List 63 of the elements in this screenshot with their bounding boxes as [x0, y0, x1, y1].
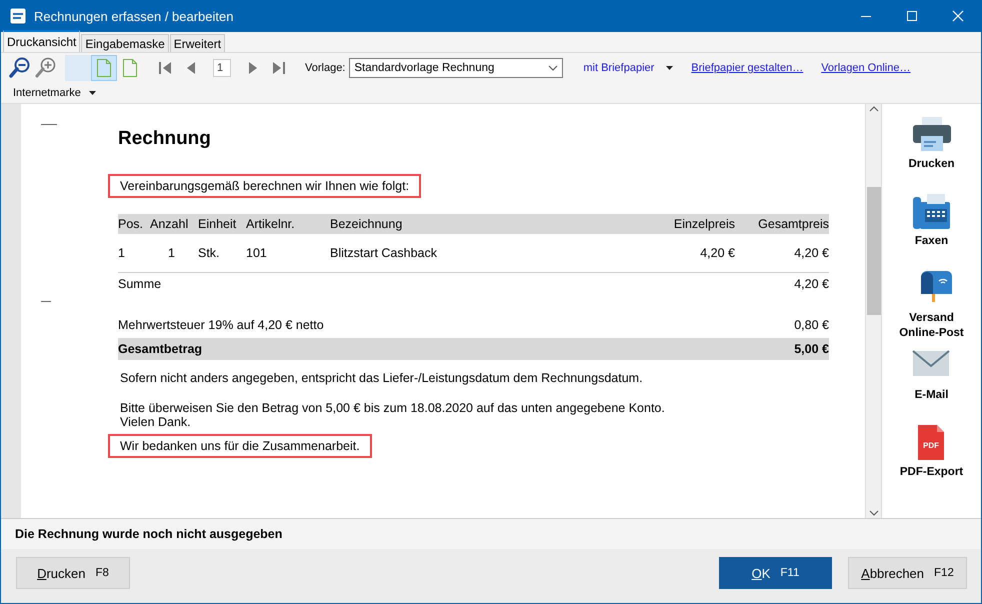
dialog-button[interactable]: Abbrechen F12 — [848, 557, 967, 589]
tab[interactable]: Erweitert — [170, 34, 226, 52]
scrollbar-thumb[interactable] — [866, 187, 880, 315]
zoom-in-icon — [35, 56, 57, 80]
dialog-button[interactable]: OK F11 — [719, 557, 832, 589]
link[interactable]: Briefpapier gestalten… — [691, 62, 804, 74]
zoom-out-icon — [9, 56, 31, 80]
action-button[interactable]: E-Mail — [914, 388, 948, 403]
column-header: Einheit — [198, 214, 246, 234]
table-cell: Blitzstart Cashback — [330, 234, 651, 272]
dropdown-arrow-icon — [88, 91, 96, 95]
page-view-button[interactable] — [91, 55, 117, 81]
paragraph: Wir bedanken uns für die Zusammenarbeit. — [108, 434, 372, 458]
column-header: Artikelnr. — [246, 214, 330, 234]
action-button[interactable]: Versand Online-Post — [899, 311, 964, 341]
document-title: Rechnung — [118, 128, 212, 150]
sum-label: Summe — [118, 277, 162, 291]
chevron-down-icon — [548, 65, 558, 71]
page-icon — [96, 58, 112, 78]
printer-icon — [912, 116, 952, 153]
fax-icon — [912, 193, 952, 230]
dialog-button[interactable]: Drucken F8 — [16, 557, 130, 589]
column-header: Gesamtpreis — [735, 214, 829, 234]
page-view-button[interactable] — [65, 55, 91, 81]
paragraph: Bitte überweisen Sie den Betrag von 5,00 € bis zum 18.08.2020 auf das unten angegebene Konto. Vielen Dank. — [119, 400, 666, 431]
letterhead-option[interactable]: mit Briefpapier — [583, 62, 654, 74]
sum-value: 4,20 € — [794, 277, 829, 291]
template-label: Vorlage: — [305, 62, 346, 74]
paragraph: Sofern nicht anders angegeben, entspricht das Liefer-/Leistungsdatum dem Rechnungsdatum. — [119, 370, 644, 387]
fold-mark — [41, 301, 51, 302]
maximize-icon — [905, 9, 919, 23]
column-header: Pos. — [118, 214, 150, 234]
tax-value: 0,80 € — [794, 318, 829, 332]
column-header: Einzelpreis — [651, 214, 735, 234]
column-header: Anzahl — [150, 214, 198, 234]
tax-label: Mehrwertsteuer 19% auf 4,20 € netto — [118, 318, 324, 332]
scroll-up-icon — [868, 106, 878, 112]
page-icon — [122, 58, 138, 78]
tab[interactable]: Eingabemaske — [81, 34, 169, 52]
internetmarke-menu[interactable]: Internetmarke — [13, 87, 81, 99]
dropdown-arrow-icon — [666, 66, 674, 70]
link[interactable]: Vorlagen Online… — [821, 62, 910, 74]
fold-mark — [41, 124, 57, 125]
total-value: 5,00 € — [794, 342, 829, 356]
intro-text: Vereinbarungsgemäß berechnen wir Ihnen wie folgt: — [108, 174, 422, 198]
table-cell: 4,20 € — [651, 234, 735, 272]
window-title: Rechnungen erfassen / bearbeiten — [34, 8, 234, 24]
template-dropdown[interactable]: Standardvorlage Rechnung — [349, 58, 564, 78]
scroll-down-icon — [868, 510, 878, 516]
action-button[interactable]: Faxen — [914, 234, 948, 249]
table-cell: 1 — [118, 234, 150, 272]
table-cell: 1 — [150, 234, 198, 272]
page-number-field[interactable]: 1 — [213, 59, 231, 77]
action-button[interactable]: Drucken — [908, 157, 955, 172]
table-cell: 4,20 € — [735, 234, 829, 272]
action-button[interactable]: PDF-Export — [900, 465, 964, 480]
tab[interactable]: Druckansicht — [3, 30, 80, 52]
app-icon — [10, 8, 26, 24]
column-header: Bezeichnung — [330, 214, 651, 234]
close-icon — [951, 9, 965, 23]
table-cell: Stk. — [198, 234, 246, 272]
total-label: Gesamtbetrag — [118, 342, 202, 356]
table-cell: 101 — [246, 234, 330, 272]
